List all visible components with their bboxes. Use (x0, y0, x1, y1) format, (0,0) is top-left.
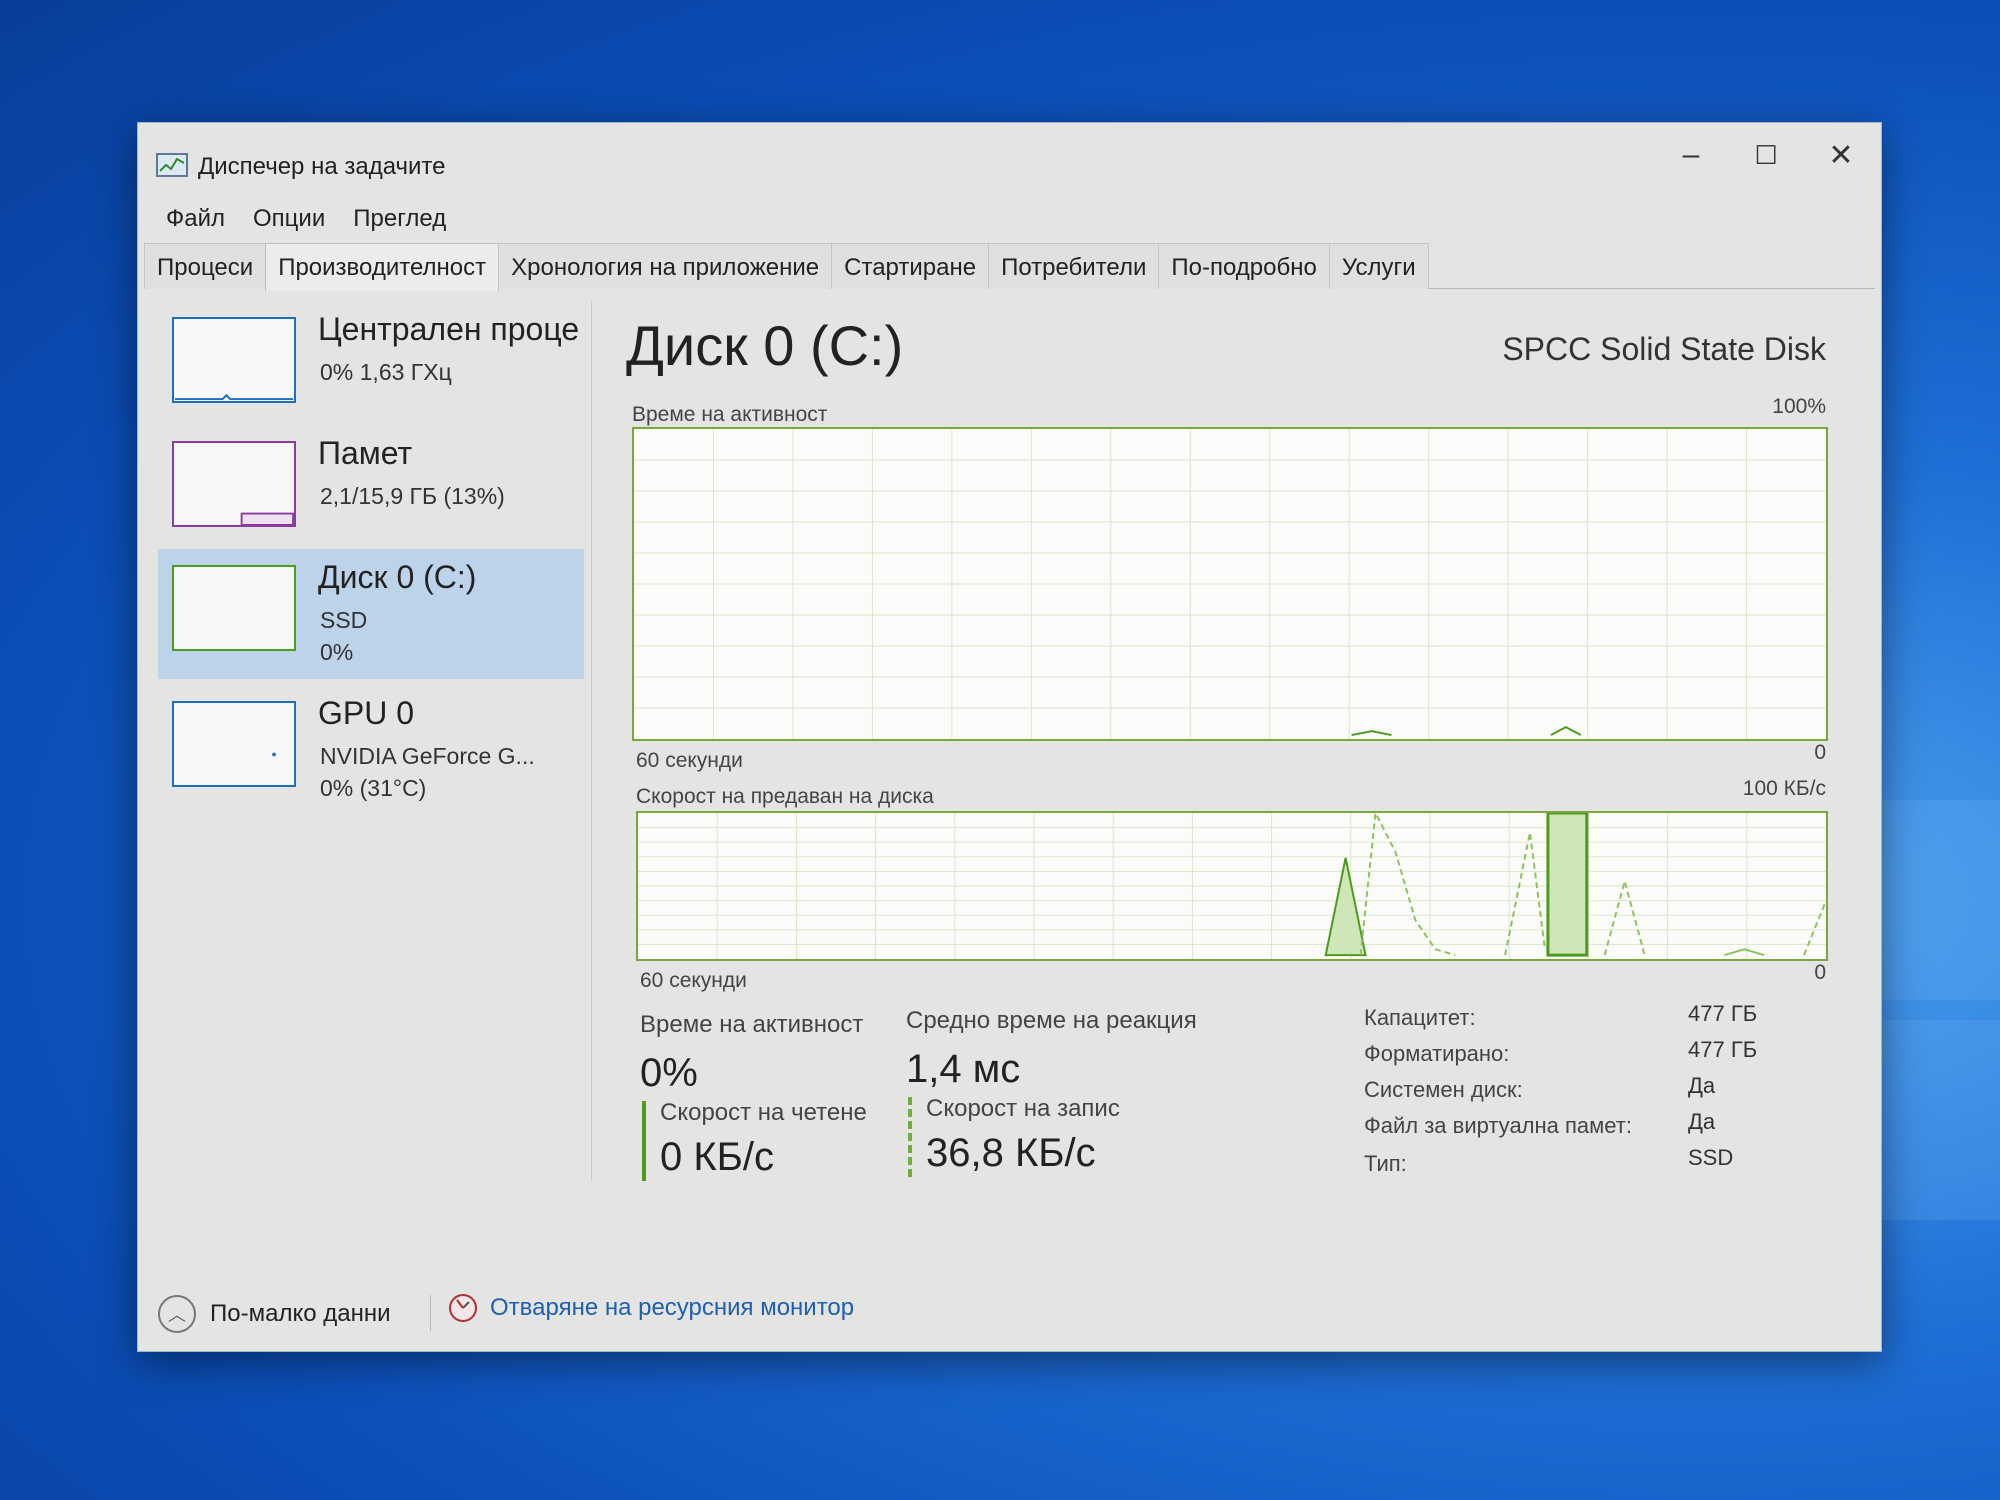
maximize-button[interactable]: ☐ (1726, 135, 1806, 175)
formatted-key: Форматирано: (1364, 1041, 1510, 1066)
fewer-details-label: По-малко данни (210, 1300, 391, 1327)
performance-sidebar: Централен проце 0% 1,63 ГХц Памет 2,1/15… (152, 301, 592, 1181)
fewer-details-button[interactable]: ︿ По-малко данни (158, 1295, 391, 1333)
transfer-graph-time: 60 секунди (640, 969, 747, 992)
tab-services[interactable]: Услуги (1328, 243, 1429, 289)
menu-file[interactable]: Файл (152, 205, 239, 233)
chevron-up-icon: ︿ (158, 1295, 196, 1333)
read-legend-bar (642, 1101, 646, 1181)
resource-monitor-icon (449, 1294, 477, 1322)
sidebar-item-detail: NVIDIA GeForce G... (320, 743, 535, 769)
read-speed-label: Скорост на четене (660, 1099, 867, 1126)
resource-monitor-label: Отваряне на ресурсния монитор (490, 1294, 855, 1321)
sidebar-item-title: Диск 0 (C:) (318, 559, 477, 595)
capacity-value: 477 ГБ (1688, 1001, 1758, 1026)
tab-app-history[interactable]: Хронология на приложение (498, 243, 833, 289)
transfer-graph-label: Скорост на предаван на диска (636, 785, 934, 808)
title-bar: Диспечер на задачите – ☐ ✕ (138, 123, 1881, 180)
window-title: Диспечер на задачите (198, 153, 446, 180)
task-manager-icon (156, 153, 188, 177)
cpu-thumbnail-graph (172, 317, 296, 403)
tab-strip: Процеси Производителност Хронология на п… (144, 243, 1875, 291)
type-value: SSD (1688, 1145, 1734, 1170)
sidebar-item-detail: 2,1/15,9 ГБ (13%) (320, 483, 505, 509)
sidebar-item-usage: 0% (320, 639, 354, 665)
sidebar-item-detail: SSD (320, 607, 368, 633)
menu-view[interactable]: Преглед (339, 205, 460, 233)
tab-users[interactable]: Потребители (988, 243, 1160, 289)
footer-divider (430, 1295, 431, 1331)
sidebar-item-gpu0[interactable]: GPU 0 NVIDIA GeForce G... 0% (31°C) (158, 685, 584, 815)
tab-startup[interactable]: Стартиране (831, 243, 990, 289)
page-file-value: Да (1688, 1109, 1716, 1134)
formatted-value: 477 ГБ (1688, 1037, 1758, 1062)
read-speed-value: 0 КБ/с (660, 1135, 775, 1179)
disk-model: SPCC Solid State Disk (1502, 331, 1826, 367)
transfer-graph-min: 0 (1814, 961, 1826, 984)
system-disk-value: Да (1688, 1073, 1716, 1098)
activity-graph-max: 100% (1772, 395, 1826, 418)
activity-graph-min: 0 (1814, 741, 1826, 764)
sidebar-item-title: GPU 0 (318, 695, 415, 731)
task-manager-window: Диспечер на задачите – ☐ ✕ Файл Опции Пр… (137, 122, 1882, 1352)
write-legend-bar (908, 1097, 912, 1177)
capacity-key: Капацитет: (1364, 1005, 1476, 1030)
sidebar-item-disk0[interactable]: Диск 0 (C:) SSD 0% (158, 549, 584, 679)
disk-detail-panel: Диск 0 (C:) SPCC Solid State Disk Време … (616, 293, 1866, 1181)
disk-thumbnail-graph (172, 565, 296, 651)
active-time-label: Време на активност (640, 1011, 864, 1038)
menu-options[interactable]: Опции (239, 205, 339, 233)
tab-processes[interactable]: Процеси (144, 243, 267, 289)
transfer-rate-graph (636, 811, 1828, 961)
maximize-icon: ☐ (1754, 139, 1778, 170)
menu-bar: Файл Опции Преглед (152, 205, 460, 233)
sidebar-item-cpu[interactable]: Централен проце 0% 1,63 ГХц (158, 301, 584, 431)
activity-graph-label: Време на активност (632, 403, 828, 426)
response-time-value: 1,4 мс (906, 1047, 1021, 1091)
page-title: Диск 0 (C:) (626, 314, 904, 377)
footer-bar: ︿ По-малко данни Отваряне на ресурсния м… (138, 1271, 1881, 1351)
minimize-icon: – (1682, 138, 1700, 171)
system-disk-key: Системен диск: (1364, 1077, 1523, 1102)
response-time-label: Средно време на реакция (906, 1007, 1197, 1034)
write-speed-value: 36,8 КБ/с (926, 1131, 1096, 1175)
sidebar-item-usage: 0% (31°C) (320, 775, 427, 801)
page-file-key: Файл за виртуална памет: (1364, 1113, 1632, 1138)
tab-performance[interactable]: Производителност (265, 243, 500, 291)
sidebar-item-title: Памет (318, 435, 413, 471)
type-key: Тип: (1364, 1151, 1407, 1176)
sidebar-item-detail: 0% 1,63 ГХц (320, 359, 452, 385)
close-button[interactable]: ✕ (1801, 135, 1881, 175)
activity-time-graph (632, 427, 1828, 741)
gpu-thumbnail-graph (172, 701, 296, 787)
transfer-graph-max: 100 КБ/с (1742, 777, 1826, 800)
close-icon: ✕ (1828, 138, 1854, 172)
sidebar-item-memory[interactable]: Памет 2,1/15,9 ГБ (13%) (158, 425, 584, 555)
write-speed-label: Скорост на запис (926, 1095, 1120, 1122)
sidebar-item-title: Централен проце (318, 311, 580, 347)
minimize-button[interactable]: – (1651, 135, 1731, 175)
open-resource-monitor-link[interactable]: Отваряне на ресурсния монитор (448, 1293, 854, 1323)
activity-graph-time: 60 секунди (636, 749, 743, 772)
active-time-value: 0% (640, 1051, 698, 1095)
memory-thumbnail-graph (172, 441, 296, 527)
tab-details[interactable]: По-подробно (1158, 243, 1330, 289)
